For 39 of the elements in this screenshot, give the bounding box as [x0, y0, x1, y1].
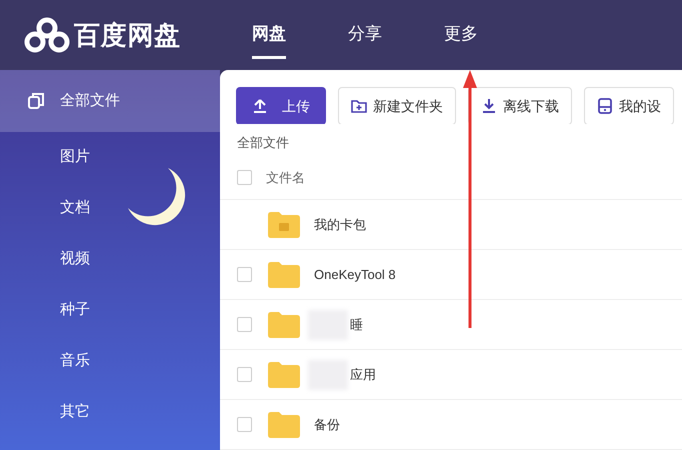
- cloud-logo-icon: [24, 17, 70, 53]
- folder-icon: [268, 312, 300, 338]
- file-name[interactable]: 我的卡包: [314, 214, 366, 234]
- folder-icon: [268, 362, 300, 388]
- file-name[interactable]: 备份: [314, 414, 340, 434]
- column-header[interactable]: 文件名: [266, 168, 305, 188]
- download-icon: [481, 98, 497, 114]
- device-icon: [597, 98, 613, 114]
- nav-tab[interactable]: 更多: [444, 10, 478, 60]
- checkbox[interactable]: [237, 170, 252, 185]
- checkbox[interactable]: [237, 417, 252, 432]
- sidebar-item[interactable]: 视频: [0, 234, 220, 285]
- breadcrumb[interactable]: 全部文件: [220, 132, 682, 152]
- checkbox[interactable]: [237, 367, 252, 382]
- sidebar-item[interactable]: 文档: [0, 183, 220, 234]
- sidebar-item[interactable]: 其它: [0, 387, 220, 438]
- folder-icon: [268, 412, 300, 438]
- card-folder-icon: [268, 212, 300, 238]
- sidebar-item[interactable]: 图片: [0, 132, 220, 183]
- checkbox[interactable]: [237, 317, 252, 332]
- upload-icon: [252, 98, 268, 114]
- checkbox[interactable]: [237, 267, 252, 282]
- folder-icon: [268, 262, 300, 288]
- toolbar-button[interactable]: 上传: [236, 87, 326, 124]
- moon-icon: [126, 166, 188, 228]
- file-name[interactable]: OneKeyTool 8: [314, 264, 396, 284]
- files-icon: [28, 93, 44, 109]
- toolbar-button[interactable]: 新建文件夹: [338, 87, 456, 124]
- file-name[interactable]: 睡: [350, 314, 363, 334]
- folder-plus-icon: [351, 98, 367, 114]
- app-title: 百度网盘: [74, 18, 181, 52]
- sidebar-item[interactable]: 全部文件: [0, 70, 220, 132]
- toolbar-button[interactable]: 离线下载: [468, 87, 572, 124]
- nav-tab[interactable]: 分享: [348, 10, 382, 60]
- sidebar-item[interactable]: 音乐: [0, 336, 220, 387]
- file-name[interactable]: 应用: [350, 364, 376, 384]
- toolbar-button[interactable]: 我的设: [584, 87, 674, 124]
- nav-tab[interactable]: 网盘: [252, 10, 286, 60]
- sidebar-item[interactable]: 种子: [0, 285, 220, 336]
